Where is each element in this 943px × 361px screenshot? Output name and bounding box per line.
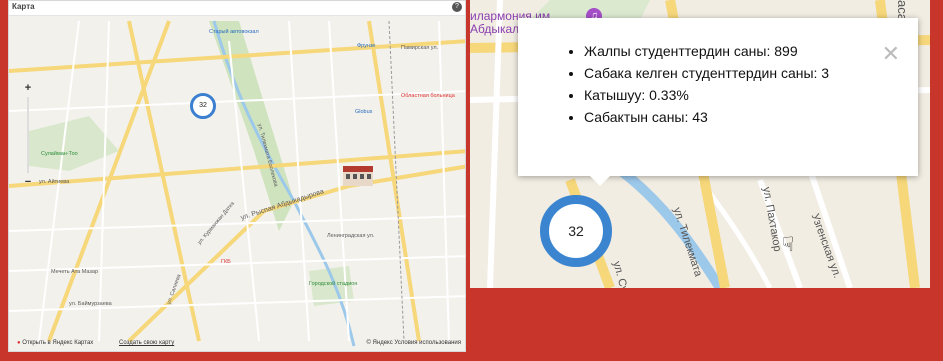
right-map[interactable]: илармония им. Абдыкалыкова ♫ аса ул. Тил… bbox=[470, 0, 930, 288]
open-in-yandex-link[interactable]: ● Открыть в Яндекс Картах bbox=[17, 340, 93, 346]
poi-sulaiman: Сулайман-Тоо bbox=[41, 151, 78, 157]
map-footer: ● Открыть в Яндекс Картах Создать свою к… bbox=[9, 337, 465, 351]
hand-cursor-icon: ☟ bbox=[782, 234, 795, 256]
left-map-roads bbox=[9, 20, 465, 347]
map-header: Карта ? bbox=[9, 1, 465, 16]
list-item: Катышуу: 0.33% bbox=[584, 84, 918, 106]
poi-stadium: Городской стадион bbox=[309, 281, 358, 287]
zoom-out-button[interactable]: − bbox=[21, 175, 35, 189]
zoom-in-button[interactable]: + bbox=[21, 81, 35, 95]
label-stary-avtovokzal: Старый автовокзал bbox=[209, 29, 259, 35]
list-item: Сабака келген студенттердин саны: 3 bbox=[584, 62, 918, 84]
map-title: Карта bbox=[12, 2, 35, 11]
building-marker[interactable] bbox=[343, 164, 373, 186]
zoom-control: + − bbox=[21, 81, 35, 189]
create-map-link[interactable]: Создать свою карту bbox=[119, 340, 174, 346]
location-pin-icon: ● bbox=[17, 340, 21, 346]
list-item: Жалпы студенттердин саны: 899 bbox=[584, 40, 918, 62]
zoom-slider-track[interactable] bbox=[27, 97, 29, 173]
close-icon[interactable]: ✕ bbox=[882, 43, 900, 65]
label-mechet: Мечеть Ата Мазар bbox=[51, 269, 99, 275]
poi-hospital: Областная больница bbox=[401, 93, 455, 99]
cluster-marker[interactable]: 32 bbox=[190, 93, 216, 119]
cluster-marker-large[interactable]: 32 bbox=[540, 195, 612, 267]
open-in-yandex-label: Открыть в Яндекс Картах bbox=[22, 340, 94, 346]
label-pamir: Памирская ул. bbox=[401, 45, 439, 51]
poi-gkb: ГКБ bbox=[221, 259, 231, 265]
label-lenin: Ленинградская ул. bbox=[327, 233, 375, 239]
poi-frunze: Фрунзе bbox=[357, 43, 376, 49]
list-item: Сабактын саны: 43 bbox=[584, 106, 918, 128]
left-map[interactable]: Карта ? Старый автовокзал Фрунзе Памирск… bbox=[8, 0, 466, 352]
copyright-text: © Яндекс Условия использования bbox=[366, 340, 461, 346]
label-baymurzaev: ул. Баймурзаева bbox=[69, 301, 112, 307]
info-icon[interactable]: ? bbox=[452, 2, 462, 12]
popup-list: Жалпы студенттердин саны: 899 Сабака кел… bbox=[518, 40, 918, 128]
poi-globus: Globus bbox=[355, 109, 373, 115]
info-popup: ✕ Жалпы студенттердин саны: 899 Сабака к… bbox=[518, 18, 918, 186]
label-aitieva: ул. Айтиева bbox=[39, 179, 70, 185]
